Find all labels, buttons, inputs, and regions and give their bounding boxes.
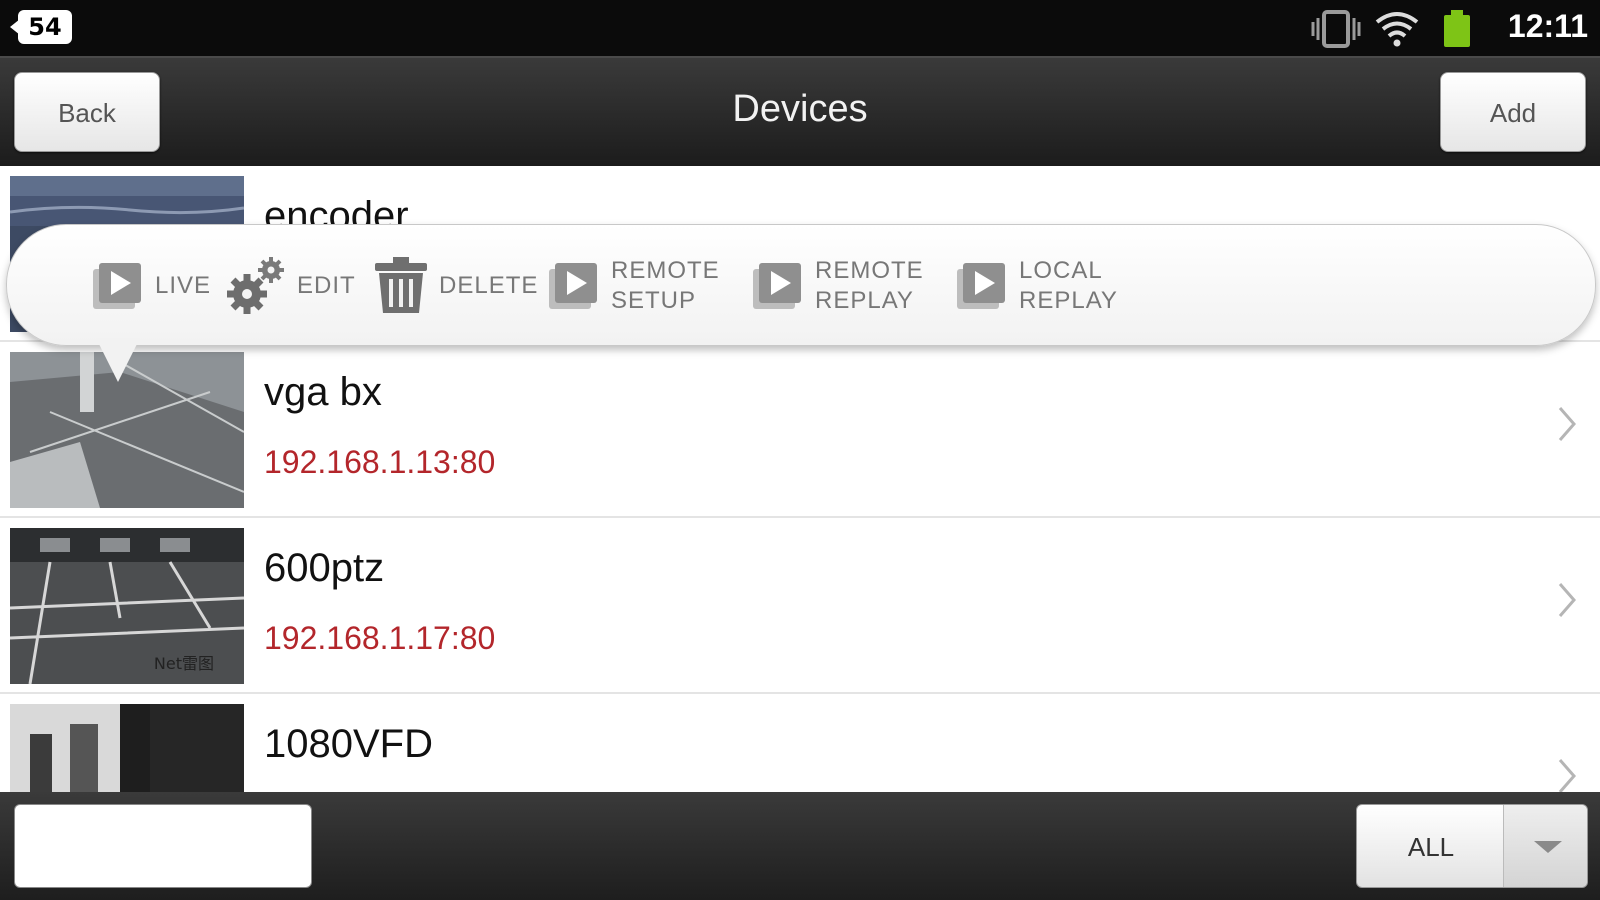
live-action[interactable]: LIVE bbox=[91, 253, 211, 319]
camera-thumbnail: Net雷图 bbox=[10, 528, 244, 684]
device-action-popup: LIVE EDIT DELETE REMOTE SETUP REMOTE REP… bbox=[6, 224, 1596, 346]
thumbnail-watermark: Net雷图 bbox=[153, 654, 214, 673]
edit-action[interactable]: EDIT bbox=[223, 253, 356, 319]
chevron-down-icon[interactable] bbox=[1503, 805, 1587, 887]
camera-thumbnail bbox=[10, 704, 244, 792]
device-row-vga-bx[interactable]: vga bx 192.168.1.13:80 bbox=[0, 342, 1600, 518]
search-input[interactable] bbox=[14, 804, 312, 888]
trash-icon bbox=[375, 257, 427, 313]
remote-setup-label-line2: SETUP bbox=[611, 287, 697, 314]
chevron-right-icon bbox=[1558, 407, 1576, 441]
device-row-1080vfd[interactable]: 1080VFD bbox=[0, 694, 1600, 792]
remote-replay-action[interactable]: REMOTE REPLAY bbox=[751, 253, 924, 319]
remote-replay-label-line1: REMOTE bbox=[815, 257, 924, 284]
title-bar: Back Devices Add bbox=[0, 56, 1600, 166]
chevron-right-icon bbox=[1558, 583, 1576, 617]
live-icon bbox=[93, 263, 141, 309]
edit-label: EDIT bbox=[297, 272, 356, 299]
local-replay-label-line1: LOCAL bbox=[1019, 257, 1103, 284]
device-row-600ptz[interactable]: Net雷图 600ptz 192.168.1.17:80 bbox=[0, 518, 1600, 694]
bottom-bar: ALL bbox=[0, 792, 1600, 900]
remote-setup-label-line1: REMOTE bbox=[611, 257, 720, 284]
add-button[interactable]: Add bbox=[1440, 72, 1586, 152]
device-address: 192.168.1.17:80 bbox=[264, 620, 496, 656]
live-label: LIVE bbox=[155, 272, 212, 299]
remote-replay-label-line2: REPLAY bbox=[815, 287, 914, 314]
play-icon bbox=[957, 263, 1005, 309]
filter-selected-value: ALL bbox=[1407, 832, 1455, 862]
delete-action[interactable]: DELETE bbox=[373, 253, 538, 319]
device-address: 192.168.1.13:80 bbox=[264, 444, 496, 480]
device-name: 1080VFD bbox=[264, 722, 433, 766]
popup-pointer bbox=[96, 338, 140, 382]
chevron-right-icon bbox=[1558, 759, 1576, 792]
device-name: vga bx bbox=[264, 370, 382, 414]
device-name: 600ptz bbox=[264, 546, 385, 590]
local-replay-label-line2: REPLAY bbox=[1019, 287, 1118, 314]
play-icon bbox=[753, 263, 801, 309]
vibrate-icon bbox=[1311, 10, 1361, 48]
filter-dropdown[interactable]: ALL bbox=[1356, 804, 1588, 888]
status-bar: 54 12:11 bbox=[0, 0, 1600, 56]
gear-icon bbox=[227, 257, 284, 314]
notification-count-badge: 54 bbox=[10, 10, 72, 44]
status-time: 12:11 bbox=[1507, 8, 1588, 44]
local-replay-action[interactable]: LOCAL REPLAY bbox=[955, 253, 1118, 319]
page-title: Devices bbox=[732, 88, 868, 130]
delete-label: DELETE bbox=[439, 272, 539, 299]
remote-setup-action[interactable]: REMOTE SETUP bbox=[547, 253, 720, 319]
play-icon bbox=[549, 263, 597, 309]
battery-icon bbox=[1444, 10, 1470, 47]
wifi-icon bbox=[1375, 12, 1419, 47]
